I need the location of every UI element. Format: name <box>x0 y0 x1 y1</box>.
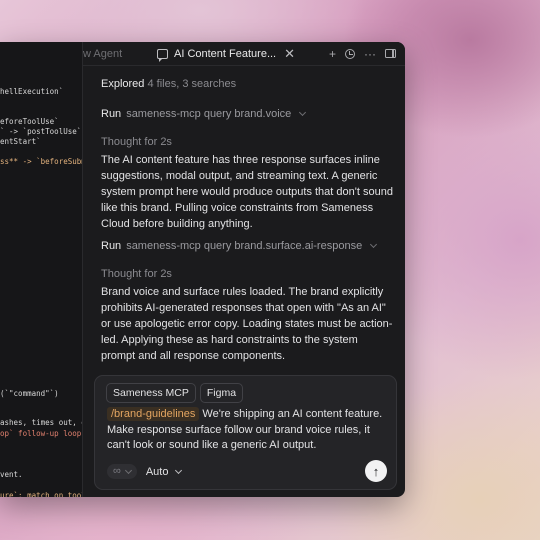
new-chat-icon[interactable]: + <box>329 48 336 60</box>
app-window: hellExecution` eforeToolUse` ` -> `postToo… <box>0 42 405 497</box>
code-line: ` -> `postToolUse` <box>0 127 82 136</box>
context-chip-figma[interactable]: Figma <box>199 383 244 403</box>
context-chips: Sameness MCP Figma <box>106 383 244 403</box>
history-icon[interactable] <box>345 48 355 59</box>
context-chip-sameness-mcp[interactable]: Sameness MCP <box>106 383 196 403</box>
close-tab-icon[interactable]: ✕ <box>284 47 295 60</box>
tab-bar: w Agent AI Content Feature... ✕ + ··· <box>83 42 405 66</box>
code-line: eforeToolUse` <box>0 117 59 126</box>
chevron-down-icon <box>370 240 378 249</box>
chevron-down-icon <box>124 466 132 474</box>
tab-agent[interactable]: w Agent <box>83 48 143 60</box>
slash-command-mention[interactable]: /brand-guidelines <box>107 407 200 421</box>
send-button[interactable]: ↑ <box>365 460 387 482</box>
model-label: Auto <box>145 465 169 478</box>
chevron-down-icon <box>299 108 307 117</box>
code-line: hellExecution` <box>0 87 64 96</box>
run-command: sameness-mcp query brand.voice <box>126 108 292 120</box>
toggle-panel-icon[interactable] <box>385 49 396 58</box>
chat-composer[interactable]: Sameness MCP Figma /brand-guidelines We'r… <box>94 375 397 490</box>
chat-icon <box>157 48 168 62</box>
code-line: (`"command"`) <box>0 389 59 398</box>
thought-indicator-1[interactable]: Thought for 2s <box>101 136 172 148</box>
run-command: sameness-mcp query brand.surface.ai-resp… <box>126 240 363 252</box>
composer-controls: ∞ Auto <box>107 464 183 479</box>
run-label: Run <box>101 240 122 252</box>
more-options-icon[interactable]: ··· <box>364 48 376 60</box>
code-line: entStart` <box>0 137 41 146</box>
tab-actions: + ··· <box>329 48 405 60</box>
thought-indicator-2[interactable]: Thought for 2s <box>101 268 172 280</box>
code-line: ure`: match on tool <box>0 491 83 497</box>
run-step-2[interactable]: Run sameness-mcp query brand.surface.ai-… <box>101 240 378 252</box>
explored-label: Explored <box>101 78 145 90</box>
explored-summary[interactable]: Explored 4 files, 3 searches <box>101 78 236 90</box>
prompt-input[interactable]: /brand-guidelines We're shipping an AI co… <box>107 407 392 454</box>
code-line: ashes, times out, or <box>0 418 83 427</box>
run-label: Run <box>101 108 122 120</box>
model-selector[interactable]: Auto <box>145 465 183 478</box>
code-line: ss** -> `beforeSubmit <box>0 157 82 166</box>
chevron-down-icon <box>175 466 183 474</box>
infinity-icon: ∞ <box>113 465 121 477</box>
explored-detail: 4 files, 3 searches <box>147 78 237 90</box>
assistant-message-2: Brand voice and surface rules loaded. Th… <box>101 286 393 362</box>
agent-mode-selector[interactable]: ∞ <box>107 464 137 479</box>
code-line: op` follow-up loops <box>0 429 83 438</box>
tab-title: AI Content Feature... <box>174 47 277 60</box>
code-editor-pane[interactable]: hellExecution` eforeToolUse` ` -> `postToo… <box>0 42 83 497</box>
assistant-message-1: The AI content feature has three respons… <box>101 154 393 230</box>
run-step-1[interactable]: Run sameness-mcp query brand.voice <box>101 108 307 120</box>
code-line: vent. <box>0 470 23 479</box>
tab-ai-content-feature[interactable]: AI Content Feature... ✕ <box>143 42 303 66</box>
